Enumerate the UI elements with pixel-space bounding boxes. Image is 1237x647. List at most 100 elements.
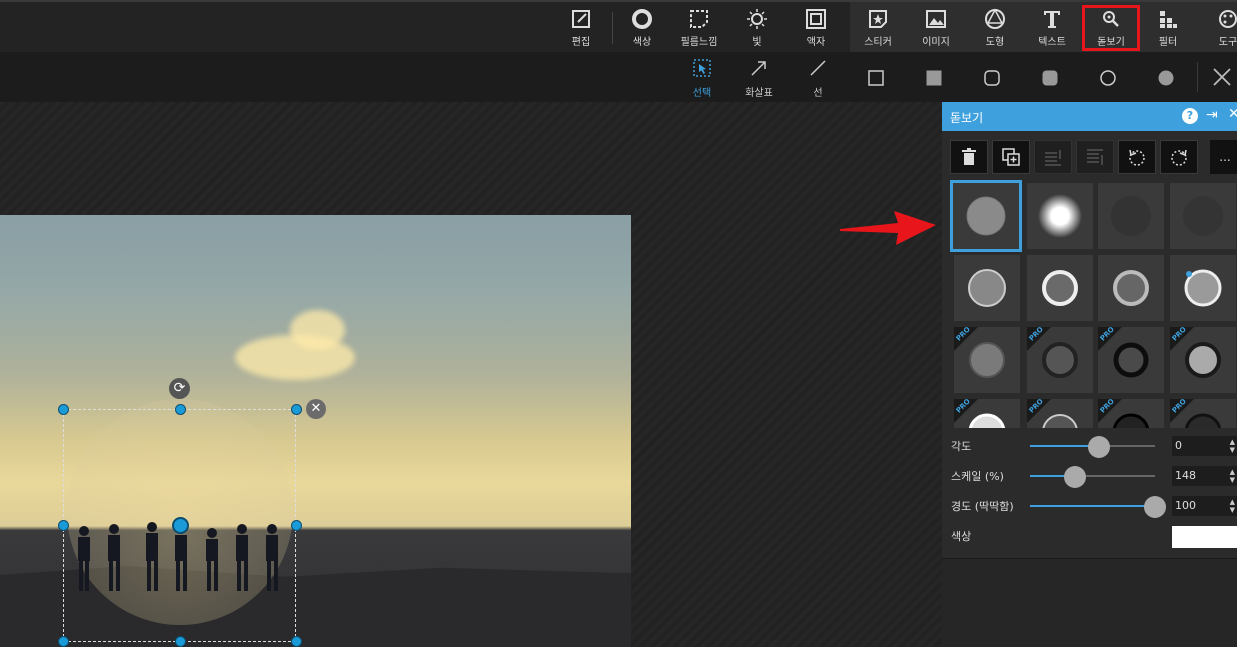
hardness-input[interactable]: 100 ▲ ▼ bbox=[1172, 496, 1237, 516]
magnifier-style-7[interactable] bbox=[1098, 255, 1164, 321]
send-backward-button[interactable] bbox=[1076, 140, 1114, 174]
tool-filter[interactable]: 필터 bbox=[1138, 6, 1198, 52]
shape-icon bbox=[985, 8, 1005, 29]
prop-color: 색상 bbox=[942, 522, 1237, 550]
resize-handle-top-left[interactable] bbox=[58, 404, 69, 415]
magnifier-style-12[interactable]: PRO bbox=[1170, 327, 1236, 393]
rounded-rect-filled-icon[interactable] bbox=[1041, 69, 1059, 87]
angle-spinner-icon[interactable]: ▲ ▼ bbox=[1230, 438, 1235, 454]
circle-filled-icon[interactable] bbox=[1157, 69, 1175, 87]
prop-color-label: 색상 bbox=[951, 530, 972, 543]
tool-shape[interactable]: 도형 bbox=[965, 6, 1025, 52]
resize-handle-bottom-left[interactable] bbox=[58, 636, 69, 647]
rectangle-filled-icon[interactable] bbox=[925, 69, 943, 87]
style-preview-6 bbox=[1042, 270, 1078, 306]
help-icon[interactable]: ? bbox=[1182, 108, 1198, 124]
prop-scale: 스케일 (%) 148 ▲ ▼ bbox=[942, 462, 1237, 490]
rotate-right-icon bbox=[1171, 149, 1187, 166]
rectangle-outline-icon[interactable] bbox=[867, 69, 885, 87]
prop-hardness: 경도 (딱딱함) 100 ▲ ▼ bbox=[942, 492, 1237, 520]
tool-frame[interactable]: 액자 bbox=[786, 6, 846, 52]
style-preview-2 bbox=[1038, 194, 1082, 238]
tool-tools[interactable]: 도구 bbox=[1198, 6, 1237, 52]
image-icon bbox=[926, 10, 946, 28]
more-button[interactable]: ... bbox=[1210, 140, 1237, 174]
hardness-slider-track[interactable] bbox=[1030, 505, 1155, 507]
main-toolbar: 편집 색상 필름느낌 빛 액자 스티커 이미지 도형 텍스트 돋보기 필터 도구 bbox=[0, 0, 1237, 52]
rotate-left-button[interactable] bbox=[1118, 140, 1156, 174]
circle-outline-icon[interactable] bbox=[1099, 69, 1117, 87]
resize-handle-bottom[interactable] bbox=[175, 636, 186, 647]
edit-icon bbox=[572, 10, 590, 28]
center-handle[interactable] bbox=[172, 517, 189, 534]
resize-handle-top-right[interactable] bbox=[291, 404, 302, 415]
magnifier-style-2[interactable] bbox=[1027, 183, 1093, 249]
resize-handle-bottom-right[interactable] bbox=[291, 636, 302, 647]
tool-light-label: 빛 bbox=[752, 37, 762, 48]
tool-text[interactable]: 텍스트 bbox=[1022, 6, 1082, 52]
duplicate-button[interactable] bbox=[992, 140, 1030, 174]
style-preview-1 bbox=[966, 196, 1006, 236]
magnifier-style-8[interactable] bbox=[1170, 255, 1236, 321]
magnifier-style-16[interactable]: PRO bbox=[1170, 399, 1236, 428]
rotate-left-icon bbox=[1129, 149, 1145, 166]
resize-handle-top[interactable] bbox=[175, 404, 186, 415]
magnifier-style-6[interactable] bbox=[1027, 255, 1093, 321]
rotate-right-button[interactable] bbox=[1160, 140, 1198, 174]
prop-hardness-label: 경도 (딱딱함) bbox=[951, 500, 1014, 513]
panel-close-icon[interactable]: ✕ bbox=[1228, 106, 1237, 122]
magnifier-style-3[interactable] bbox=[1098, 183, 1164, 249]
tool-line-label: 선 bbox=[813, 88, 823, 99]
magnifier-style-11[interactable]: PRO bbox=[1098, 327, 1164, 393]
magnifier-style-4[interactable] bbox=[1170, 183, 1236, 249]
magnifier-style-15[interactable]: PRO bbox=[1098, 399, 1164, 428]
tool-line[interactable]: 선 bbox=[793, 58, 843, 99]
tool-edit[interactable]: 편집 bbox=[551, 6, 611, 52]
angle-input[interactable]: 0 ▲ ▼ bbox=[1172, 436, 1237, 456]
tool-tools-label: 도구 bbox=[1218, 37, 1237, 48]
tool-arrow[interactable]: 화살표 bbox=[734, 58, 784, 99]
tool-image[interactable]: 이미지 bbox=[906, 6, 966, 52]
scale-slider-knob[interactable] bbox=[1064, 466, 1086, 488]
pin-icon[interactable]: ⇥ bbox=[1206, 107, 1218, 123]
delete-button[interactable] bbox=[950, 140, 988, 174]
text-icon bbox=[1044, 11, 1060, 28]
hardness-spinner-icon[interactable]: ▲ ▼ bbox=[1230, 498, 1235, 514]
magnifier-style-14[interactable]: PRO bbox=[1027, 399, 1093, 428]
trash-icon bbox=[962, 148, 976, 165]
style-preview-4 bbox=[1183, 196, 1223, 236]
panel-footer bbox=[942, 558, 1237, 647]
scale-input[interactable]: 148 ▲ ▼ bbox=[1172, 466, 1237, 486]
color-swatch[interactable] bbox=[1172, 526, 1237, 548]
arrow-icon bbox=[751, 61, 766, 76]
tool-color[interactable]: 색상 bbox=[612, 6, 672, 52]
tool-film[interactable]: 필름느낌 bbox=[669, 6, 729, 52]
panel-title: 돋보기 bbox=[950, 111, 984, 125]
hardness-slider-knob[interactable] bbox=[1144, 496, 1166, 518]
tool-sticker[interactable]: 스티커 bbox=[848, 6, 908, 52]
magnifier-panel: 돋보기 ? ⇥ ✕ ... PRO PRO PRO PRO PRO PRO PR… bbox=[942, 102, 1237, 647]
tool-shape-label: 도형 bbox=[985, 37, 1005, 48]
magnifier-highlight-box bbox=[1082, 5, 1140, 51]
sticker-icon bbox=[869, 10, 887, 28]
remove-object-icon[interactable]: ✕ bbox=[306, 399, 326, 419]
magnifier-style-5[interactable] bbox=[954, 255, 1020, 321]
scale-spinner-icon[interactable]: ▲ ▼ bbox=[1230, 468, 1235, 484]
close-icon[interactable] bbox=[1212, 67, 1232, 87]
rotate-handle-icon[interactable]: ⟳ bbox=[169, 378, 190, 399]
resize-handle-right[interactable] bbox=[291, 520, 302, 531]
tool-light[interactable]: 빛 bbox=[727, 6, 787, 52]
magnifier-style-1[interactable] bbox=[950, 180, 1022, 252]
tool-select[interactable]: 선택 bbox=[677, 58, 727, 99]
tool-text-label: 텍스트 bbox=[1038, 37, 1066, 48]
bring-forward-button[interactable] bbox=[1034, 140, 1072, 174]
magnifier-style-9[interactable]: PRO bbox=[954, 327, 1020, 393]
line-icon bbox=[810, 60, 826, 76]
angle-slider-knob[interactable] bbox=[1087, 436, 1110, 458]
scale-slider-track[interactable] bbox=[1030, 475, 1155, 477]
resize-handle-left[interactable] bbox=[58, 520, 69, 531]
style-preview-3 bbox=[1111, 196, 1151, 236]
magnifier-style-13[interactable]: PRO bbox=[954, 399, 1020, 428]
magnifier-style-10[interactable]: PRO bbox=[1027, 327, 1093, 393]
rounded-rect-outline-icon[interactable] bbox=[983, 69, 1001, 87]
